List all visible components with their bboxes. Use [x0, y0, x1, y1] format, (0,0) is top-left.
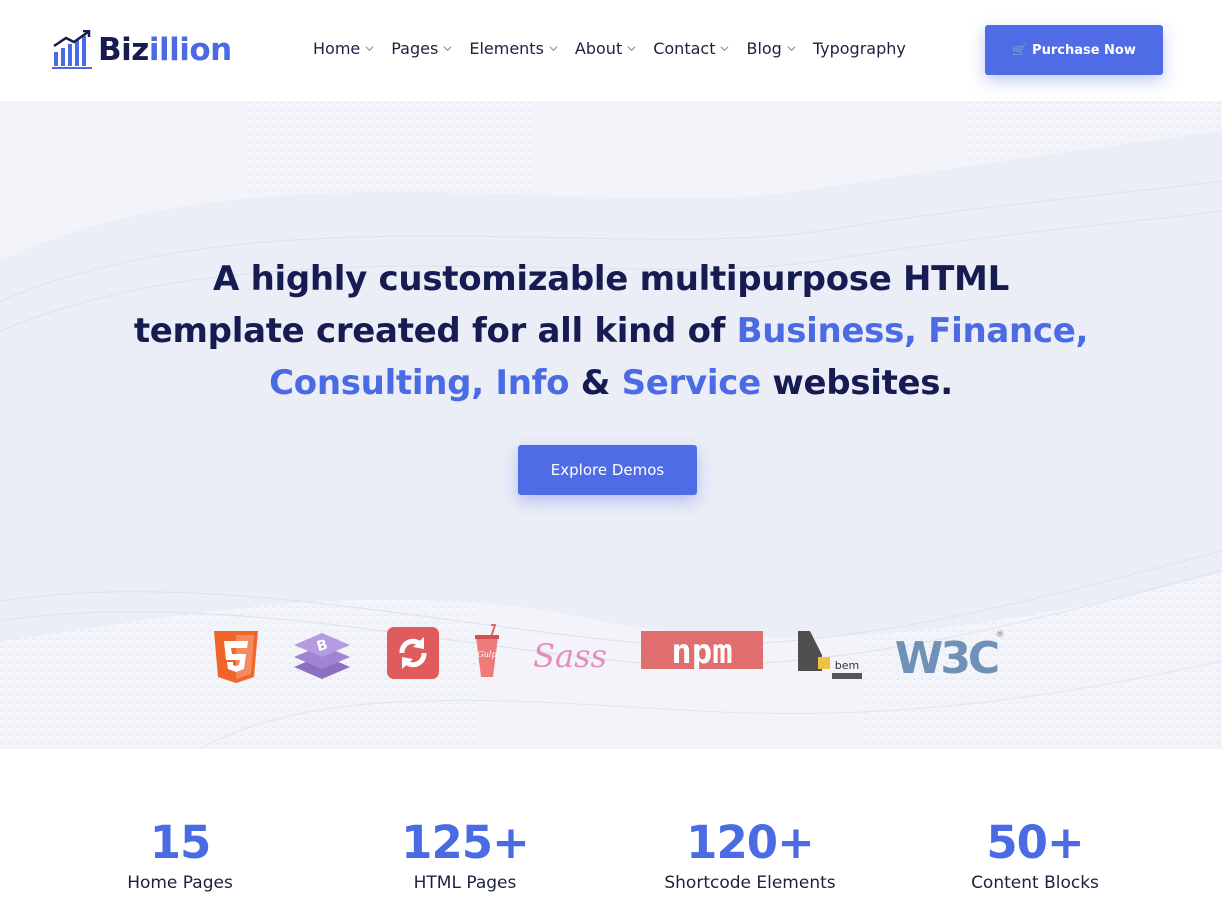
- nav-item-blog[interactable]: Blog: [746, 39, 796, 58]
- stat-block: 50+ Content Blocks: [915, 815, 1155, 893]
- headline-highlight-service: Service: [621, 363, 762, 403]
- nav-label: Elements: [469, 39, 544, 58]
- chevron-down-icon: [627, 46, 636, 52]
- stats-section: 15 Home Pages 125+ HTML Pages 120+ Short…: [0, 749, 1222, 903]
- bootstrap-icon: B: [294, 633, 350, 679]
- chevron-down-icon: [365, 46, 374, 52]
- npm-icon: npm: [641, 631, 763, 672]
- explore-demos-label: Explore Demos: [550, 461, 665, 479]
- stat-block: 120+ Shortcode Elements: [630, 815, 870, 893]
- main-nav: Home Pages Elements About Contact Blog T…: [313, 39, 906, 58]
- chevron-down-icon: [549, 46, 558, 52]
- hero-section: A highly customizable multipurpose HTML …: [0, 101, 1222, 749]
- w3c-icon: W3C ®: [896, 630, 1005, 684]
- stat-label: HTML Pages: [413, 873, 517, 893]
- nav-item-about[interactable]: About: [575, 39, 636, 58]
- svg-text:®: ®: [996, 630, 1005, 640]
- bem-icon: bem: [798, 631, 862, 679]
- html5-icon: [214, 631, 258, 683]
- headline-line1: A highly customizable multipurpose HTML: [213, 259, 1009, 299]
- stat-label: Home Pages: [127, 873, 233, 893]
- bar-chart-logo-icon: [52, 30, 92, 69]
- stat-block: 15 Home Pages: [60, 815, 300, 893]
- nav-item-elements[interactable]: Elements: [469, 39, 558, 58]
- refresh-icon: [387, 627, 439, 679]
- logo-text-part1: Biz: [98, 32, 149, 68]
- logo-text: Bizillion: [98, 32, 232, 68]
- nav-item-home[interactable]: Home: [313, 39, 374, 58]
- headline-line3: Consulting, Info & Service websites.: [100, 357, 1122, 409]
- stat-number: 120+: [686, 816, 815, 869]
- nav-label: Contact: [653, 39, 716, 58]
- nav-label: About: [574, 39, 623, 58]
- nav-label: Home: [313, 39, 361, 58]
- headline-line2-text: template created for all kind of: [133, 311, 737, 351]
- stat-label: Content Blocks: [971, 873, 1099, 893]
- nav-item-pages[interactable]: Pages: [391, 39, 452, 58]
- cart-icon: 🛒: [1012, 43, 1028, 57]
- explore-demos-button[interactable]: Explore Demos: [518, 445, 697, 495]
- sass-icon: Sass: [533, 637, 607, 675]
- hero-headline: A highly customizable multipurpose HTML …: [100, 253, 1122, 409]
- w3c-text: W3C: [896, 633, 998, 684]
- chevron-down-icon: [787, 46, 796, 52]
- nav-label: Blog: [746, 39, 782, 58]
- chevron-down-icon: [443, 46, 452, 52]
- logo-text-part2: illion: [148, 32, 232, 68]
- gulp-text: Gulp: [477, 650, 496, 659]
- sass-text: Sass: [533, 637, 607, 675]
- npm-text: npm: [671, 632, 732, 672]
- gulp-icon: Gulp: [475, 624, 499, 677]
- headline-websites: websites.: [760, 363, 953, 403]
- nav-label: Typography: [812, 39, 906, 58]
- purchase-label: Purchase Now: [1032, 42, 1136, 58]
- headline-line2: template created for all kind of Busines…: [100, 305, 1122, 357]
- headline-highlight-consulting-info: Consulting, Info: [269, 363, 570, 403]
- stat-number: 50+: [986, 816, 1084, 869]
- stat-label: Shortcode Elements: [664, 873, 836, 893]
- stat-number: 125+: [401, 816, 530, 869]
- purchase-now-button[interactable]: 🛒 Purchase Now: [985, 25, 1163, 75]
- headline-ampersand: &: [569, 363, 622, 403]
- bem-text: bem: [835, 659, 859, 672]
- stat-block: 125+ HTML Pages: [345, 815, 585, 893]
- chevron-down-icon: [720, 46, 729, 52]
- stat-number: 15: [149, 816, 212, 869]
- nav-label: Pages: [391, 39, 439, 58]
- logo[interactable]: Bizillion: [52, 30, 232, 70]
- nav-item-typography[interactable]: Typography: [813, 39, 906, 58]
- hero-wave-background: [0, 101, 1222, 749]
- nav-item-contact[interactable]: Contact: [653, 39, 729, 58]
- site-header: Bizillion Home Pages Elements About Cont…: [0, 0, 1222, 101]
- headline-highlight-business-finance: Business, Finance,: [736, 311, 1089, 351]
